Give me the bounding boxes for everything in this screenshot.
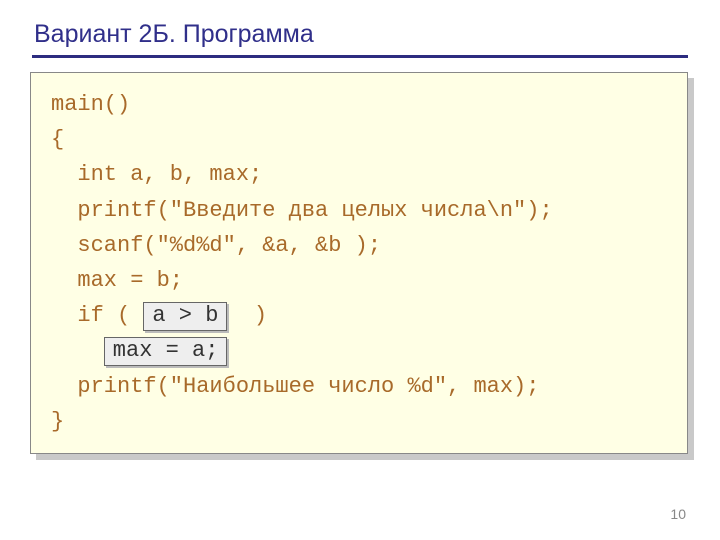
code-line: printf("Наибольшее число %d", max); (77, 374, 539, 399)
slide: Вариант 2Б. Программа main() { int a, b,… (0, 0, 720, 454)
code-line: printf("Введите два целых числа\n"); (77, 198, 552, 223)
code-line: scanf("%d%d", &a, &b ); (77, 233, 381, 258)
title-underline (32, 55, 688, 58)
code-line: ) (227, 303, 267, 328)
condition-box: a > b (143, 302, 227, 330)
code-line: } (51, 409, 64, 434)
code-block-wrap: main() { int a, b, max; printf("Введите … (30, 72, 688, 454)
slide-title: Вариант 2Б. Программа (34, 20, 688, 49)
page-number: 10 (670, 506, 686, 522)
code-line: { (51, 127, 64, 152)
code-line: int a, b, max; (77, 162, 262, 187)
assignment-box: max = a; (104, 337, 228, 365)
code-line: if ( (77, 303, 143, 328)
code-line: main() (51, 92, 130, 117)
code-block: main() { int a, b, max; printf("Введите … (30, 72, 688, 454)
code-line: max = b; (77, 268, 183, 293)
